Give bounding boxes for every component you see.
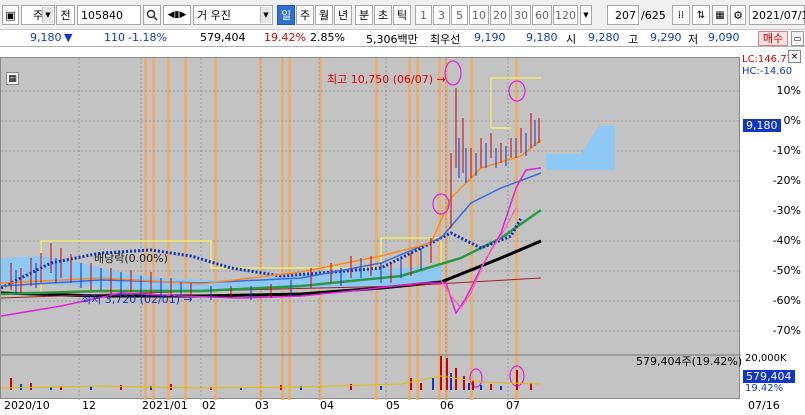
market-select[interactable]: 주 ▼: [21, 5, 55, 25]
bid-label: 최우선: [430, 33, 461, 46]
current-change-badge: -1.18%: [745, 132, 781, 143]
change-value: 110: [104, 31, 125, 44]
chevron-down-icon: ▼: [260, 7, 271, 23]
y-tick: -30%: [772, 204, 801, 217]
x-tick: 06: [440, 399, 454, 412]
bid-price: 9,190: [474, 31, 506, 44]
minute-10[interactable]: 10: [469, 5, 489, 25]
y-tick: -50%: [772, 264, 801, 277]
period-year[interactable]: 년: [334, 5, 352, 25]
change-percent: -1.18%: [128, 31, 167, 44]
y-tick: 0%: [783, 114, 801, 127]
price-plot[interactable]: [0, 57, 741, 400]
y-tick: -70%: [772, 324, 801, 337]
volume-pct-badge: 19.42%: [745, 383, 784, 394]
stock-name: 거 우진: [197, 9, 231, 22]
x-tick: 12: [82, 399, 96, 412]
chevron-down-icon[interactable]: ▼: [580, 5, 592, 25]
stock-name-select[interactable]: 거 우진 ▼: [193, 5, 273, 25]
search-icon[interactable]: [143, 5, 161, 25]
chart-icon[interactable]: ▣: [2, 5, 19, 25]
current-price: 9,180: [30, 31, 62, 44]
current-price-badge: 9,180: [743, 119, 781, 132]
x-tick: 2020/10: [4, 399, 50, 412]
toolbar: ▣ 주 ▼ 전 105840 ◀▮▶ 거 우진 ▼ 일 주 월 년 분 초 틱 …: [0, 0, 805, 30]
arrow-right-icon: →: [433, 73, 446, 86]
minute-1[interactable]: 1: [415, 5, 432, 25]
period-second[interactable]: 초: [374, 5, 392, 25]
turnover-percent: 2.85%: [310, 31, 345, 44]
x-tick: 04: [320, 399, 334, 412]
ask-price: 9,180: [526, 31, 558, 44]
x-tick: 03: [255, 399, 269, 412]
period-minute[interactable]: 분: [355, 5, 373, 25]
volume-badge: 579,404: [743, 370, 795, 383]
chart-settings-icon[interactable]: ▦: [6, 72, 19, 85]
grid-lines: [1, 58, 741, 400]
chart-svg: [0, 58, 741, 400]
annotation-dividend: 배당락(0.00%): [94, 252, 168, 265]
total-count: /625: [641, 9, 666, 22]
arrow-right-icon: →: [180, 293, 193, 306]
period-week[interactable]: 주: [296, 5, 314, 25]
minute-120[interactable]: 120: [553, 5, 578, 25]
nav-back-icon[interactable]: ◀▮▶: [163, 5, 191, 25]
period-tick[interactable]: 틱: [393, 5, 411, 25]
annotation-high: 최고 10,750 (06/07) →: [327, 73, 446, 86]
x-tick: 02: [202, 399, 216, 412]
chart-area[interactable]: ▦ 최고 10,750 (06/07) → 최저 3,720 (02/01) →…: [0, 47, 805, 415]
annotation-low: 최저 3,720 (02/01) →: [81, 293, 193, 306]
minute-5[interactable]: 5: [451, 5, 468, 25]
chevron-down-icon: ▼: [42, 7, 53, 23]
x-tick: 05: [386, 399, 400, 412]
compare-icon[interactable]: ⇅: [692, 5, 710, 25]
y-tick: -20%: [772, 174, 801, 187]
expand-icon[interactable]: ▭: [791, 31, 804, 46]
volume-axis-label: 20,000K: [745, 353, 787, 364]
volume-label: 579,404주(19.42%): [636, 355, 743, 368]
x-tick: 2021/01: [142, 399, 188, 412]
period-day[interactable]: 일: [277, 5, 295, 25]
y-tick: 10%: [776, 84, 801, 97]
minute-60[interactable]: 60: [532, 5, 552, 25]
count-input[interactable]: 207: [607, 5, 639, 25]
minute-3[interactable]: 3: [433, 5, 450, 25]
info-bar: 9,180 ▼ 110 -1.18% 579,404 19.42% 2.85% …: [0, 30, 805, 47]
high-price: 9,290: [650, 31, 682, 44]
x-tick: 07: [506, 399, 520, 412]
lc-label: LC:146.77: [742, 54, 793, 65]
low-label: 저: [688, 33, 699, 46]
save-icon[interactable]: ▦: [712, 5, 728, 25]
prev-button[interactable]: 전: [56, 5, 75, 25]
open-price: 9,280: [588, 31, 620, 44]
minute-20[interactable]: 20: [490, 5, 510, 25]
ichimoku-cloud-future: [546, 126, 615, 170]
indicator-icon[interactable]: ⁞⁞: [672, 5, 690, 25]
high-label: 고: [628, 33, 639, 46]
event-bands: [144, 58, 518, 400]
y-tick: -10%: [772, 144, 801, 157]
change-arrow: ▼: [64, 31, 73, 44]
volume: 579,404: [200, 31, 246, 44]
hc-label: HC:-14.60: [742, 66, 793, 77]
buy-button[interactable]: 매수: [758, 31, 788, 46]
volume-bars: [0, 354, 741, 390]
x-tick: 07/16: [748, 399, 780, 412]
minute-30[interactable]: 30: [511, 5, 531, 25]
close-icon[interactable]: ×: [788, 50, 801, 63]
y-tick: -60%: [772, 294, 801, 307]
low-price: 9,090: [708, 31, 740, 44]
trade-amount: 5,306백만: [366, 33, 418, 46]
period-month[interactable]: 월: [315, 5, 333, 25]
date-input[interactable]: 2021/07/1: [749, 5, 805, 25]
envelope-lines: [1, 77, 541, 294]
volume-percent: 19.42%: [264, 31, 306, 44]
y-tick: -40%: [772, 234, 801, 247]
code-input[interactable]: 105840: [77, 5, 141, 25]
gear-icon[interactable]: ⚙: [730, 5, 746, 25]
ma-orange: [0, 139, 542, 285]
open-label: 시: [566, 33, 577, 46]
